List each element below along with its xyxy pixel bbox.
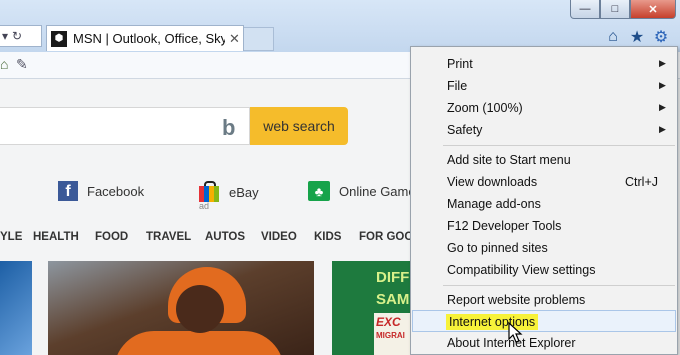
menu-item-label: View downloads	[447, 175, 538, 189]
ad-product-sub: MIGRAI	[376, 331, 405, 340]
minimize-button[interactable]: —	[570, 0, 600, 19]
ad-product-title: EXC	[376, 315, 401, 329]
menu-item-about-ie[interactable]: About Internet Explorer	[411, 332, 677, 354]
ad-text: SAM	[376, 291, 410, 308]
web-search-button[interactable]: web search	[250, 107, 348, 145]
ad-text: DIFF	[376, 269, 410, 286]
ad-label: ad	[199, 201, 210, 211]
news-card-image[interactable]	[0, 261, 32, 355]
menu-item-label: Manage add-ons	[447, 197, 541, 211]
submenu-arrow-icon: ▶	[659, 80, 666, 90]
menu-item-label: Report website problems	[447, 293, 586, 307]
cards-icon: ♣	[308, 181, 330, 201]
nav-item[interactable]: HEALTH	[33, 231, 79, 243]
maximize-button[interactable]: □	[600, 0, 630, 19]
quick-link-facebook[interactable]: f Facebook	[58, 181, 144, 201]
menu-item-label: F12 Developer Tools	[447, 219, 562, 233]
menu-item-label: Compatibility View settings	[447, 263, 596, 277]
menu-item-report-problems[interactable]: Report website problems	[411, 289, 677, 311]
browser-tab-msn[interactable]: ⬢ MSN | Outlook, Office, Sky... ✕	[46, 25, 244, 51]
menu-item-label: Add site to Start menu	[447, 153, 571, 167]
nav-item[interactable]: KIDS	[314, 231, 341, 243]
menu-item-shortcut: Ctrl+J	[625, 175, 658, 189]
menu-item-label: Safety	[447, 123, 483, 137]
ad-product-box: EXC MIGRAI	[374, 313, 412, 355]
quick-link-ebay[interactable]: eBay	[198, 181, 259, 203]
nav-item[interactable]: TRAVEL	[146, 231, 191, 243]
menu-separator	[443, 285, 675, 286]
news-card-image[interactable]	[48, 261, 314, 355]
window-controls: — □ ✕	[570, 0, 676, 19]
dropdown-icon[interactable]: ▾	[2, 29, 8, 43]
menu-item-label: Zoom (100%)	[447, 101, 523, 115]
menu-item-label: Go to pinned sites	[447, 241, 548, 255]
menu-item-zoom[interactable]: Zoom (100%) ▶	[411, 97, 677, 119]
menu-item-safety[interactable]: Safety ▶	[411, 119, 677, 141]
msn-favicon-icon: ⬢	[51, 30, 67, 47]
menu-item-label: File	[447, 79, 468, 93]
new-tab-button[interactable]	[244, 27, 274, 51]
nav-item[interactable]: YLE	[0, 231, 22, 243]
submenu-arrow-icon: ▶	[659, 102, 666, 112]
pointer-cursor-icon	[508, 322, 523, 343]
menu-item-view-downloads[interactable]: View downloads Ctrl+J	[411, 171, 677, 193]
menu-item-label: Internet options	[446, 314, 539, 330]
menu-item-label: Print	[447, 57, 473, 71]
refresh-icon[interactable]: ↻	[12, 29, 22, 43]
favorites-star-icon[interactable]: ★	[628, 28, 646, 46]
browser-chrome: — □ ✕ ▾ ↻ ⬢ MSN | Outlook, Office, Sky..…	[0, 0, 680, 52]
close-tab-icon[interactable]: ✕	[229, 31, 240, 47]
leaf-icon[interactable]: ⌂	[0, 56, 8, 72]
menu-item-manage-add-ons[interactable]: Manage add-ons	[411, 193, 677, 215]
menu-item-pinned-sites[interactable]: Go to pinned sites	[411, 237, 677, 259]
gear-icon[interactable]: ⚙	[652, 28, 670, 46]
pen-icon[interactable]: ✎	[16, 56, 28, 73]
quick-link-label: eBay	[229, 184, 259, 200]
quick-link-label: Facebook	[87, 183, 145, 199]
submenu-arrow-icon: ▶	[659, 58, 666, 68]
bing-logo-icon: b	[222, 115, 236, 140]
home-icon[interactable]: ⌂	[604, 28, 622, 46]
toolbar-icons: ⌂ ★ ⚙	[604, 28, 670, 46]
close-window-button[interactable]: ✕	[630, 0, 676, 19]
facebook-icon: f	[58, 181, 78, 201]
menu-item-f12-developer-tools[interactable]: F12 Developer Tools	[411, 215, 677, 237]
submenu-arrow-icon: ▶	[659, 124, 666, 134]
nav-item[interactable]: VIDEO	[261, 231, 297, 243]
tab-title: MSN | Outlook, Office, Sky...	[73, 31, 225, 46]
menu-item-file[interactable]: File ▶	[411, 75, 677, 97]
quick-link-games[interactable]: ♣ Online Games	[308, 181, 422, 201]
address-bar-end[interactable]: ▾ ↻	[0, 25, 42, 47]
menu-item-add-site-to-start[interactable]: Add site to Start menu	[411, 149, 677, 171]
nav-item[interactable]: AUTOS	[205, 231, 245, 243]
ebay-bag-icon	[198, 181, 220, 203]
menu-item-internet-options[interactable]: Internet options	[412, 310, 676, 332]
tools-menu: Print ▶ File ▶ Zoom (100%) ▶ Safety ▶ Ad…	[410, 46, 678, 355]
menu-item-compatibility-view[interactable]: Compatibility View settings	[411, 259, 677, 281]
menu-item-print[interactable]: Print ▶	[411, 53, 677, 75]
ad-card[interactable]: DIFF SAM EXC MIGRAI	[332, 261, 412, 355]
menu-separator	[443, 145, 675, 146]
search-input[interactable]: b	[0, 107, 250, 145]
nav-item[interactable]: FOOD	[95, 231, 128, 243]
